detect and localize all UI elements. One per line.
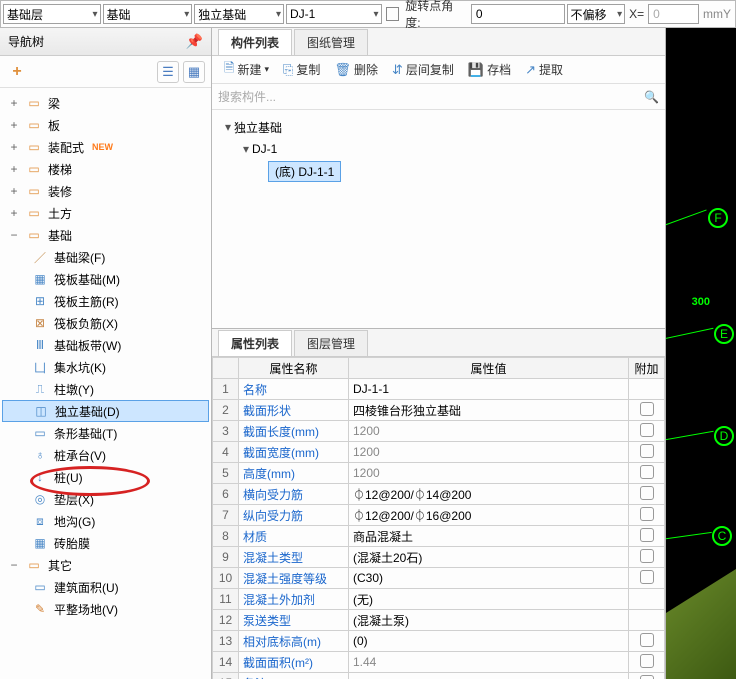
floorcopy-icon: ⇵	[392, 62, 403, 78]
property-tabs: 属性列表 图层管理	[212, 329, 665, 357]
combo-offset[interactable]: 不偏移▾	[567, 4, 626, 24]
combo-layer[interactable]: 基础层▾	[3, 4, 101, 24]
view-grid-icon[interactable]: ▦	[183, 61, 205, 83]
new-button[interactable]: 🗎新建▾	[218, 57, 275, 83]
tab-component-list[interactable]: 构件列表	[218, 29, 292, 55]
nav-cat[interactable]: +▭楼梯	[2, 158, 209, 180]
mid-panel: 构件列表 图纸管理 🗎新建▾ ⎘复制 🗑删除 ⇵层间复制 💾存档 ↗提取 搜索构…	[212, 28, 666, 679]
rotate-label: 旋转点角度:	[403, 0, 469, 31]
delete-icon: 🗑	[334, 62, 351, 78]
nav-item[interactable]: ／基础梁(F)	[2, 246, 209, 268]
nav-toolbar: + ☰ ▦	[0, 56, 211, 88]
col-value: 属性值	[349, 358, 629, 379]
ctree-leaf[interactable]: (底) DJ-1-1	[268, 161, 341, 182]
nav-item[interactable]: ⊠筏板负筋(X)	[2, 312, 209, 334]
property-table: 属性名称 属性值 附加 1名称DJ-1-12截面形状四棱锥台形独立基础3截面长度…	[212, 357, 665, 679]
nav-cat[interactable]: −▭基础	[2, 224, 209, 246]
tab-layer-mgmt[interactable]: 图层管理	[294, 330, 368, 356]
floorcopy-button[interactable]: ⇵层间复制	[386, 59, 460, 80]
tab-prop-list[interactable]: 属性列表	[218, 330, 292, 356]
prop-row[interactable]: 14截面面积(m²)1.44	[213, 652, 665, 673]
x-value[interactable]: 0	[648, 4, 699, 24]
new-icon: 🗎	[224, 59, 234, 81]
nav-item[interactable]: ◫独立基础(D)	[2, 400, 209, 422]
extract-button[interactable]: ↗提取	[519, 59, 569, 80]
terrain-surface	[666, 569, 736, 679]
nav-cat-other[interactable]: −▭其它	[2, 554, 209, 576]
prop-row[interactable]: 10混凝土强度等级(C30)	[213, 568, 665, 589]
axis-f: F	[708, 208, 728, 228]
nav-cat[interactable]: +▭板	[2, 114, 209, 136]
prop-row[interactable]: 12泵送类型(混凝土泵)	[213, 610, 665, 631]
prop-row[interactable]: 8材质商品混凝土	[213, 526, 665, 547]
nav-item[interactable]: ✎平整场地(V)	[2, 598, 209, 620]
top-selector-bar: 基础层▾ 基础▾ 独立基础▾ DJ-1▾ 旋转点角度: 0 不偏移▾ X= 0 …	[0, 0, 736, 28]
prop-row[interactable]: 7纵向受力筋⏀12@200/⏀16@200	[213, 505, 665, 526]
component-tree[interactable]: ▾独立基础 ▾DJ-1 (底) DJ-1-1	[212, 110, 665, 188]
save-button[interactable]: 💾存档	[462, 59, 517, 80]
prop-row[interactable]: 5高度(mm)1200	[213, 463, 665, 484]
prop-row[interactable]: 15备注	[213, 673, 665, 679]
combo-type[interactable]: 独立基础▾	[194, 4, 284, 24]
tab-drawing-mgmt[interactable]: 图纸管理	[294, 29, 368, 55]
axis-d: D	[714, 426, 734, 446]
col-add: 附加	[629, 358, 665, 379]
nav-item[interactable]: Ⅲ基础板带(W)	[2, 334, 209, 356]
nav-item[interactable]: ◎垫层(X)	[2, 488, 209, 510]
unit-label: mmY	[701, 7, 733, 21]
viewport-3d[interactable]: F 300 E D C	[666, 28, 736, 679]
nav-cat[interactable]: +▭装修	[2, 180, 209, 202]
nav-tree[interactable]: +▭梁+▭板+▭装配式NEW+▭楼梯+▭装修+▭土方−▭基础／基础梁(F)▦筏板…	[0, 88, 211, 679]
combo-category[interactable]: 基础▾	[103, 4, 193, 24]
pin-icon[interactable]: 📌	[186, 33, 203, 50]
delete-button[interactable]: 🗑删除	[328, 59, 384, 80]
copy-icon: ⎘	[283, 62, 293, 78]
rotate-value[interactable]: 0	[471, 4, 565, 24]
nav-item[interactable]: ⊞筏板主筋(R)	[2, 290, 209, 312]
axis-e: E	[714, 324, 734, 344]
ctree-root[interactable]: 独立基础	[234, 119, 282, 136]
component-tabs: 构件列表 图纸管理	[212, 28, 665, 56]
nav-item[interactable]: ♁桩承台(V)	[2, 444, 209, 466]
nav-cat[interactable]: +▭梁	[2, 92, 209, 114]
search-row: 搜索构件... 🔍	[212, 84, 665, 110]
view-list-icon[interactable]: ☰	[157, 61, 179, 83]
add-button[interactable]: +	[6, 61, 28, 83]
nav-item[interactable]: 凵集水坑(K)	[2, 356, 209, 378]
nav-item[interactable]: ▦砖胎膜	[2, 532, 209, 554]
nav-cat[interactable]: +▭土方	[2, 202, 209, 224]
prop-row[interactable]: 2截面形状四棱锥台形独立基础	[213, 400, 665, 421]
prop-row[interactable]: 3截面长度(mm)1200	[213, 421, 665, 442]
property-panel: 属性列表 图层管理 属性名称 属性值 附加 1名称DJ-1-12截面形状四棱锥台…	[212, 328, 665, 679]
nav-title: 导航树	[8, 33, 44, 50]
nav-header: 导航树 📌	[0, 28, 211, 56]
prop-row[interactable]: 13相对底标高(m)(0)	[213, 631, 665, 652]
nav-panel: 导航树 📌 + ☰ ▦ +▭梁+▭板+▭装配式NEW+▭楼梯+▭装修+▭土方−▭…	[0, 28, 212, 679]
search-icon[interactable]: 🔍	[644, 90, 659, 104]
nav-item[interactable]: ▭建筑面积(U)	[2, 576, 209, 598]
prop-row[interactable]: 4截面宽度(mm)1200	[213, 442, 665, 463]
rotate-checkbox[interactable]	[386, 7, 400, 21]
prop-row[interactable]: 9混凝土类型(混凝土20石)	[213, 547, 665, 568]
component-toolbar: 🗎新建▾ ⎘复制 🗑删除 ⇵层间复制 💾存档 ↗提取	[212, 56, 665, 84]
search-input[interactable]: 搜索构件...	[218, 88, 276, 105]
col-name: 属性名称	[239, 358, 349, 379]
nav-item[interactable]: ▦筏板基础(M)	[2, 268, 209, 290]
prop-row[interactable]: 6横向受力筋⏀12@200/⏀14@200	[213, 484, 665, 505]
nav-item[interactable]: ▭条形基础(T)	[2, 422, 209, 444]
nav-item[interactable]: ⎍柱墩(Y)	[2, 378, 209, 400]
nav-cat[interactable]: +▭装配式NEW	[2, 136, 209, 158]
save-icon: 💾	[468, 62, 484, 78]
dim-300: 300	[692, 296, 710, 308]
prop-row[interactable]: 11混凝土外加剂(无)	[213, 589, 665, 610]
x-label: X=	[627, 7, 646, 21]
extract-icon: ↗	[525, 62, 536, 78]
combo-instance[interactable]: DJ-1▾	[286, 4, 382, 24]
nav-item[interactable]: ⧈地沟(G)	[2, 510, 209, 532]
ctree-child[interactable]: DJ-1	[252, 142, 277, 156]
nav-item[interactable]: ↓桩(U)	[2, 466, 209, 488]
axis-c: C	[712, 526, 732, 546]
prop-row[interactable]: 1名称DJ-1-1	[213, 379, 665, 400]
copy-button[interactable]: ⎘复制	[277, 59, 326, 80]
